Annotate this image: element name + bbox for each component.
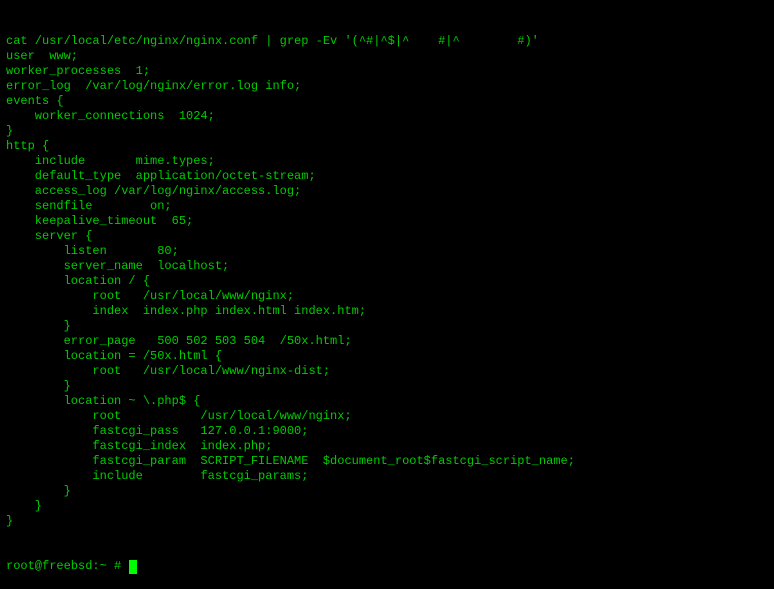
terminal-line: fastcgi_pass 127.0.0.1:9000; [6, 424, 768, 439]
terminal-line: fastcgi_index index.php; [6, 439, 768, 454]
terminal-line: cat /usr/local/etc/nginx/nginx.conf | gr… [6, 34, 768, 49]
terminal-line: location / { [6, 274, 768, 289]
terminal-line: server { [6, 229, 768, 244]
terminal-line: } [6, 124, 768, 139]
terminal-line: error_log /var/log/nginx/error.log info; [6, 79, 768, 94]
terminal-line: root /usr/local/www/nginx; [6, 409, 768, 424]
terminal-line: root /usr/local/www/nginx-dist; [6, 364, 768, 379]
terminal-line: sendfile on; [6, 199, 768, 214]
terminal-line: include fastcgi_params; [6, 469, 768, 484]
prompt-line[interactable]: root@freebsd:~ # [6, 559, 768, 574]
terminal-line: fastcgi_param SCRIPT_FILENAME $document_… [6, 454, 768, 469]
terminal-line: location ~ \.php$ { [6, 394, 768, 409]
terminal-line: } [6, 499, 768, 514]
terminal-line: location = /50x.html { [6, 349, 768, 364]
output-lines: cat /usr/local/etc/nginx/nginx.conf | gr… [6, 34, 768, 529]
cursor-icon [129, 560, 137, 574]
terminal-line: } [6, 514, 768, 529]
terminal-line: error_page 500 502 503 504 /50x.html; [6, 334, 768, 349]
terminal-line: include mime.types; [6, 154, 768, 169]
terminal-line: user www; [6, 49, 768, 64]
terminal-line: http { [6, 139, 768, 154]
terminal-output[interactable]: cat /usr/local/etc/nginx/nginx.conf | gr… [6, 4, 768, 589]
terminal-line: index index.php index.html index.htm; [6, 304, 768, 319]
terminal-line: access_log /var/log/nginx/access.log; [6, 184, 768, 199]
terminal-line: } [6, 319, 768, 334]
terminal-line: root /usr/local/www/nginx; [6, 289, 768, 304]
terminal-line: } [6, 379, 768, 394]
terminal-line: worker_connections 1024; [6, 109, 768, 124]
terminal-line: keepalive_timeout 65; [6, 214, 768, 229]
terminal-line: worker_processes 1; [6, 64, 768, 79]
terminal-line: events { [6, 94, 768, 109]
shell-prompt: root@freebsd:~ # [6, 559, 128, 574]
terminal-line: listen 80; [6, 244, 768, 259]
terminal-line: server_name localhost; [6, 259, 768, 274]
terminal-line: default_type application/octet-stream; [6, 169, 768, 184]
terminal-line: } [6, 484, 768, 499]
